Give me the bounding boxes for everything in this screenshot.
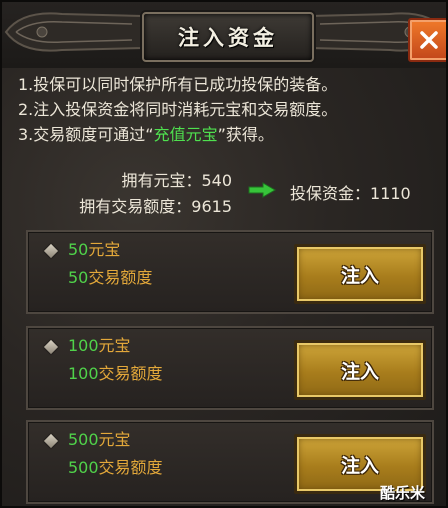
- owned-trade-limit-label: 拥有交易额度：: [79, 197, 192, 216]
- info-line-3: 3.交易额度可通过“充值元宝”获得。: [18, 122, 438, 147]
- inject-funds-dialog: 注入资金 1.投保可以同时保护所有已成功投保的装备。 2.注入投保资金将同时消耗…: [0, 0, 448, 508]
- insured-funds: 投保资金：1110: [290, 180, 411, 204]
- option-amount-unit: 元宝: [98, 336, 131, 355]
- option-amount-unit: 元宝: [98, 430, 131, 449]
- arrow-right-icon: [248, 182, 276, 198]
- info-line-1: 1.投保可以同时保护所有已成功投保的装备。: [18, 75, 338, 94]
- inject-button-100[interactable]: 注入: [294, 340, 426, 400]
- option-amount-value: 100: [68, 336, 99, 355]
- close-icon: [420, 31, 438, 49]
- option-limit: 50交易额度: [68, 266, 152, 290]
- info-line-2: 2.注入投保资金将同时消耗元宝和交易额度。: [18, 100, 338, 119]
- option-panel-500: 500元宝 500交易额度 注入: [26, 420, 434, 504]
- option-limit-unit: 交易额度: [88, 268, 153, 287]
- info-text: 1.投保可以同时保护所有已成功投保的装备。 2.注入投保资金将同时消耗元宝和交易…: [18, 72, 438, 147]
- close-button[interactable]: [408, 18, 446, 62]
- option-limit: 500交易额度: [68, 456, 163, 480]
- info-line-3-prefix: 3.交易额度可通过“: [18, 125, 154, 144]
- info-line-3-suffix: ”获得。: [217, 125, 274, 144]
- title-plate: 注入资金: [142, 12, 314, 62]
- option-amount: 50元宝: [68, 238, 120, 262]
- inject-button-label: 注入: [340, 454, 379, 477]
- dialog-title: 注入资金: [178, 26, 278, 50]
- option-panel-100: 100元宝 100交易额度 注入: [26, 326, 434, 410]
- option-amount: 100元宝: [68, 334, 131, 358]
- diamond-icon: [43, 339, 59, 355]
- inject-button-50[interactable]: 注入: [294, 244, 426, 304]
- option-limit-value: 500: [68, 458, 99, 477]
- option-limit-unit: 交易额度: [98, 458, 163, 477]
- option-amount: 500元宝: [68, 428, 131, 452]
- owned-stats: 拥有元宝：540 拥有交易额度：9615: [52, 168, 232, 220]
- owned-yuanbao: 拥有元宝：540: [52, 168, 232, 194]
- option-limit-unit: 交易额度: [98, 364, 163, 383]
- option-limit-value: 100: [68, 364, 99, 383]
- option-amount-value: 50: [68, 240, 89, 259]
- option-amount-value: 500: [68, 430, 99, 449]
- owned-trade-limit-value: 9615: [191, 197, 232, 216]
- option-amount-unit: 元宝: [88, 240, 121, 259]
- title-ornament-left: [4, 12, 143, 52]
- option-limit-value: 50: [68, 268, 89, 287]
- owned-yuanbao-value: 540: [201, 171, 232, 190]
- watermark: 酷乐米: [380, 484, 426, 502]
- option-limit: 100交易额度: [68, 362, 163, 386]
- inject-button-label: 注入: [340, 360, 379, 383]
- diamond-icon: [43, 243, 59, 259]
- title-bar: 注入资金: [2, 2, 446, 68]
- diamond-icon: [43, 433, 59, 449]
- insured-funds-value: 1110: [370, 184, 411, 203]
- owned-yuanbao-label: 拥有元宝：: [121, 171, 202, 190]
- inject-button-label: 注入: [340, 264, 379, 287]
- option-panel-50: 50元宝 50交易额度 注入: [26, 230, 434, 314]
- recharge-link[interactable]: 充值元宝: [154, 125, 218, 144]
- insured-funds-label: 投保资金：: [290, 184, 371, 203]
- owned-trade-limit: 拥有交易额度：9615: [52, 194, 232, 220]
